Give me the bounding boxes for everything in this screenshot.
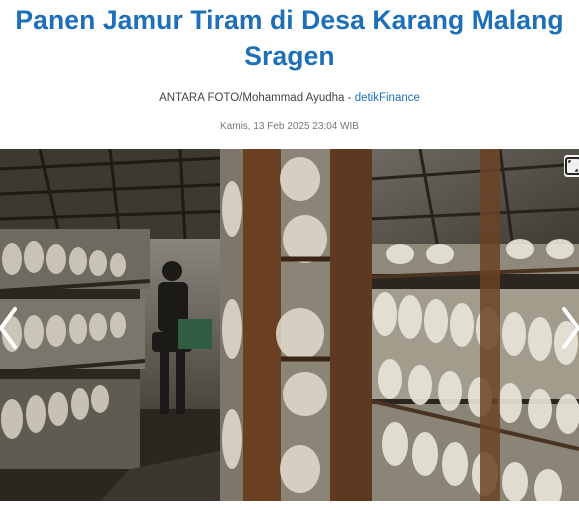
next-photo-button[interactable] [559,305,579,351]
publish-date: Kamis, 13 Feb 2025 23:04 WIB [220,121,359,132]
byline: ANTARA FOTO/Mohammad Ayudha - detikFinan… [0,92,579,104]
mushroom-farm-photo [0,149,579,501]
byline-separator: - [344,92,355,104]
chevron-right-icon [562,307,579,349]
article-title: Panen Jamur Tiram di Desa Karang Malang … [15,5,564,71]
photo-credit: ANTARA FOTO/Mohammad Ayudha [159,92,345,104]
previous-photo-button[interactable] [0,305,20,351]
expand-icon [565,157,579,175]
source-link[interactable]: detikFinance [355,92,420,104]
gallery-photo [0,149,579,501]
fullscreen-button[interactable] [564,155,579,177]
chevron-left-icon [0,307,17,349]
